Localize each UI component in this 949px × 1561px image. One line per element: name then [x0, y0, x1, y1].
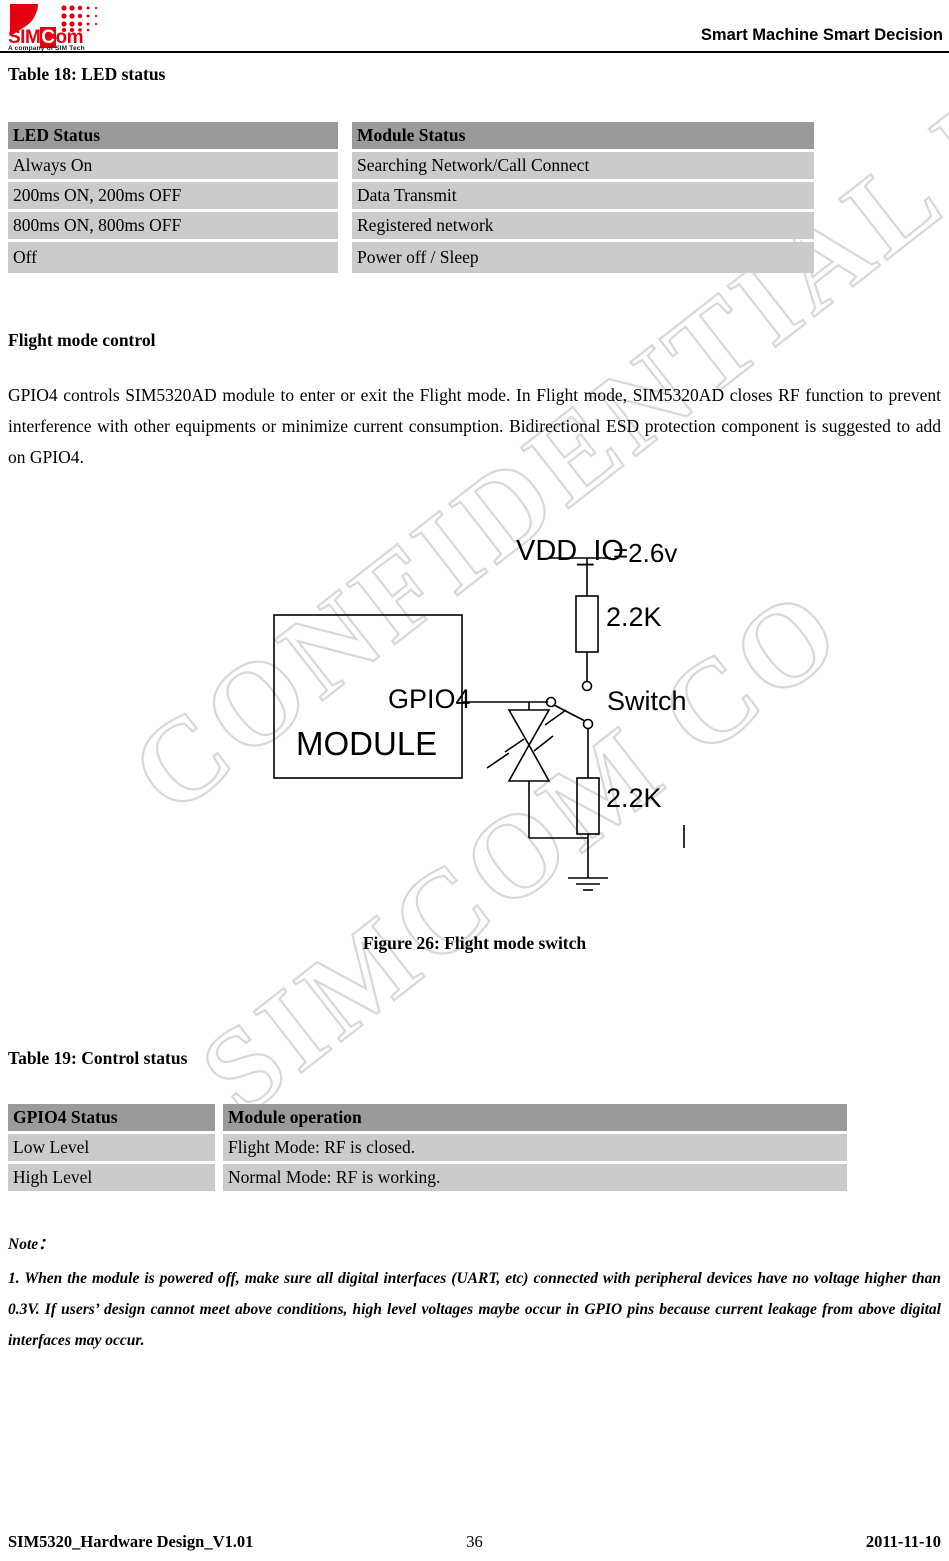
- circuit-schematic: [273, 557, 685, 891]
- table19-cell-0-1: Flight Mode: RF is closed.: [223, 1134, 847, 1161]
- page-footer: SIM5320_Hardware Design_V1.01 36 2011-11…: [0, 1532, 949, 1556]
- note-body: 1. When the module is powered off, make …: [8, 1270, 941, 1349]
- tvs-diode-upper: [507, 709, 551, 747]
- table-row: 800ms ON, 800ms OFF Registered network: [8, 212, 814, 239]
- table18-col-header-0: LED Status: [8, 122, 338, 149]
- table18-cell-0-0: Always On: [8, 152, 338, 179]
- tvs-diode-lower: [507, 743, 551, 782]
- header-slogan: Smart Machine Smart Decision: [700, 26, 943, 44]
- figure26-caption: Figure 26: Flight mode switch: [362, 933, 587, 953]
- table18-cell-3-0: Off: [8, 242, 338, 273]
- note-label: Note：: [8, 1236, 54, 1253]
- table-row: Low Level Flight Mode: RF is closed.: [8, 1134, 847, 1161]
- gpio4-pin-label: GPIO4: [388, 684, 471, 714]
- table-led-status: LED Status Module Status Always On Searc…: [8, 122, 814, 273]
- section-heading-flight-mode: Flight mode control: [8, 330, 156, 350]
- resistor-top-shape: [575, 595, 599, 653]
- table19-cell-1-0: High Level: [8, 1164, 215, 1191]
- document-page: SIMCom A company of SIM Tech Smart Machi…: [0, 0, 949, 1561]
- tvs-serif-lower-left: [486, 752, 510, 769]
- table19-col-header-0: GPIO4 Status: [8, 1104, 215, 1131]
- footer-page-number: 36: [466, 1532, 483, 1551]
- table18-cell-3-1: Power off / Sleep: [352, 242, 814, 273]
- table18-cell-2-0: 800ms ON, 800ms OFF: [8, 212, 338, 239]
- flight-mode-paragraph: GPIO4 controls SIM5320AD module to enter…: [8, 385, 941, 467]
- table19-cell-0-0: Low Level: [8, 1134, 215, 1161]
- table19-caption: Table 19: Control status: [8, 1048, 188, 1068]
- table19-col-header-1: Module operation: [223, 1104, 847, 1131]
- table-row: 200ms ON, 200ms OFF Data Transmit: [8, 182, 814, 209]
- tvs-serif-left: [504, 738, 525, 753]
- vdd-io-label: VDD_IO: [516, 535, 624, 567]
- table18-cell-1-1: Data Transmit: [352, 182, 814, 209]
- table18-cell-2-1: Registered network: [352, 212, 814, 239]
- switch-terminal-lower: [582, 718, 594, 730]
- table18-cell-0-1: Searching Network/Call Connect: [352, 152, 814, 179]
- page-header: SIMCom A company of SIM Tech Smart Machi…: [0, 0, 949, 53]
- footer-date: 2011-11-10: [865, 1532, 941, 1551]
- table18-caption: Table 18: LED status: [8, 64, 166, 84]
- resistor-bottom-label: 2.2K: [606, 783, 662, 813]
- table-row: Always On Searching Network/Call Connect: [8, 152, 814, 179]
- figure-flight-mode-switch: VDD_IO =2.6v 2.2K 2.2K Switch GPIO4 MODU…: [0, 520, 949, 920]
- table18-col-header-1: Module Status: [352, 122, 814, 149]
- module-label: MODULE: [296, 725, 438, 762]
- table-header-row: GPIO4 Status Module operation: [8, 1104, 847, 1131]
- resistor-top-label: 2.2K: [606, 602, 662, 632]
- switch-blade: [553, 704, 586, 722]
- header-divider: [0, 51, 949, 53]
- resistor-bottom-shape: [576, 777, 600, 835]
- table-control-status: GPIO4 Status Module operation Low Level …: [8, 1104, 847, 1191]
- switch-label: Switch: [607, 686, 687, 716]
- table-row: High Level Normal Mode: RF is working.: [8, 1164, 847, 1191]
- vdd-io-value-label: =2.6v: [613, 538, 678, 568]
- tvs-serif-right: [533, 735, 554, 752]
- table-header-row: LED Status Module Status: [8, 122, 814, 149]
- table19-cell-1-1: Normal Mode: RF is working.: [223, 1164, 847, 1191]
- table-row: Off Power off / Sleep: [8, 242, 814, 273]
- simcom-logo: SIMCom A company of SIM Tech: [8, 4, 120, 52]
- table18-cell-1-0: 200ms ON, 200ms OFF: [8, 182, 338, 209]
- switch-terminal-upper: [581, 680, 593, 692]
